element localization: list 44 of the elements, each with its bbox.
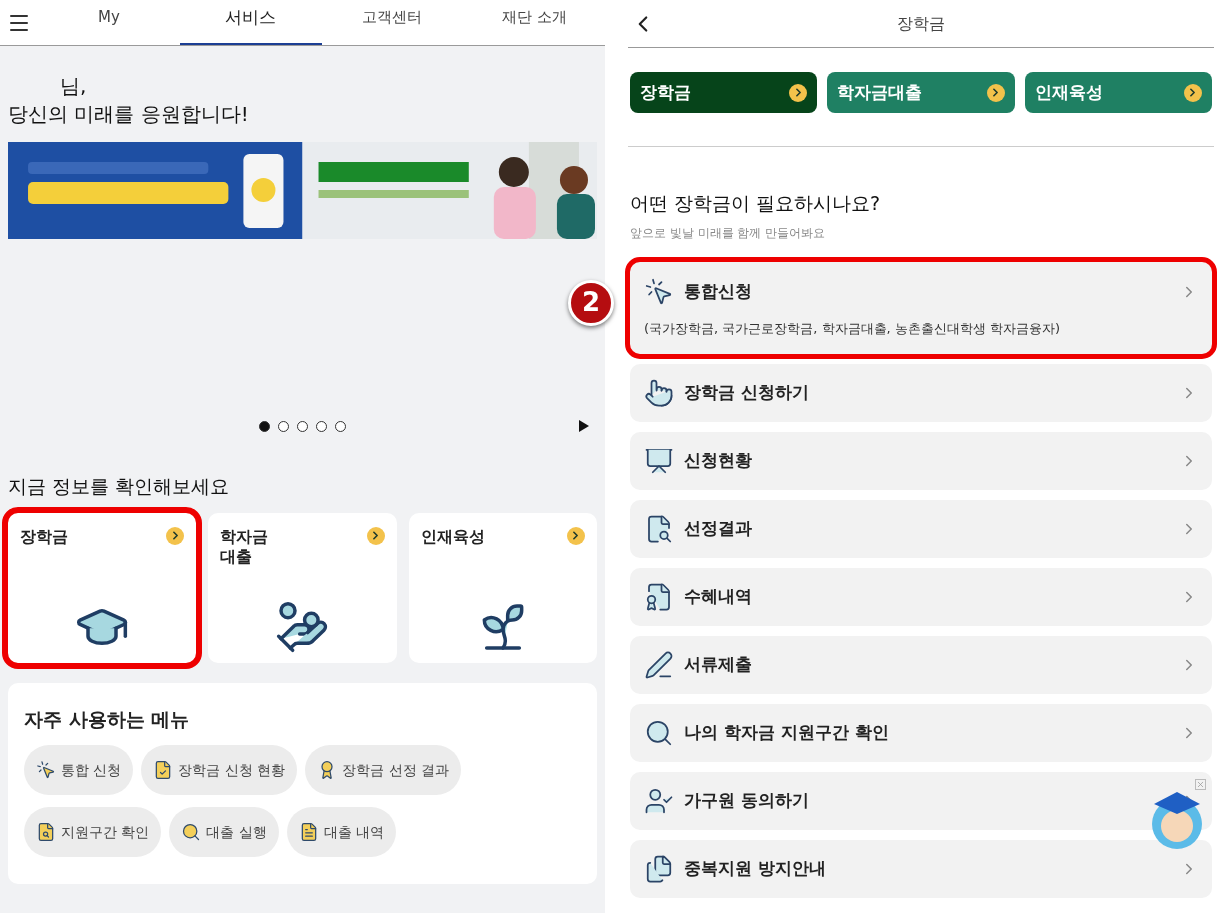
section-heading: 어떤 장학금이 필요하시나요? — [629, 191, 882, 216]
category-tab[interactable]: 인재육성 — [1024, 72, 1212, 113]
menu-item[interactable]: 서류제출 — [630, 635, 1212, 694]
item-label: 신청현황 — [684, 448, 753, 472]
item-label: 장학금 신청하기 — [684, 380, 810, 404]
card-title: 학자금 — [220, 526, 269, 547]
item-label: 수혜내역 — [684, 584, 753, 608]
menu-item[interactable]: 장학금 신청하기 — [630, 363, 1212, 422]
item-label: 나의 학자금 지원구간 확인 — [684, 720, 890, 744]
item-label: 선정결과 — [684, 516, 753, 540]
menu-chip[interactable]: 통합 신청 — [24, 745, 134, 795]
nav-tab[interactable]: My — [38, 0, 180, 45]
menu-item[interactable]: 중복지원 방지안내 — [630, 839, 1212, 898]
menu-item[interactable]: 가구원 동의하기 — [630, 771, 1212, 830]
card-title: 대출 — [220, 546, 254, 567]
item-note: (국가장학금, 국가근로장학금, 학자금대출, 농촌출신대학생 학자금융자) — [644, 319, 1062, 338]
category-card[interactable]: 인재육성 — [408, 512, 597, 663]
menu-chip[interactable]: 대출 실행 — [169, 807, 279, 857]
category-tab[interactable]: 장학금 — [630, 72, 818, 113]
menu-item[interactable]: 신청현황 — [630, 431, 1212, 490]
card-title: 인재육성 — [420, 526, 485, 547]
item-label: 통합신청 — [684, 280, 753, 303]
menu-chip[interactable]: 지원구간 확인 — [24, 807, 162, 857]
page-title: 장학금 — [897, 12, 945, 35]
menu-item[interactable]: 선정결과 — [630, 499, 1212, 558]
menu-item[interactable]: 나의 학자금 지원구간 확인 — [630, 703, 1212, 762]
item-label: 중복지원 방지안내 — [684, 856, 827, 880]
user-greeting: 님, — [59, 73, 88, 100]
section-heading: 지금 정보를 확인해보세요 — [7, 474, 231, 499]
menu-item[interactable]: 수혜내역 — [630, 567, 1212, 626]
card-title: 장학금 — [20, 526, 68, 547]
section-subtitle: 앞으로 빛날 미래를 함께 만들어봐요 — [629, 224, 827, 242]
greeting-text: 당신의 미래를 응원합니다! — [8, 101, 250, 128]
item-label: 서류제출 — [684, 652, 753, 676]
menu-chip[interactable]: 대출 내역 — [286, 807, 397, 857]
menu-chip[interactable]: 장학금 신청 현황 — [141, 745, 298, 795]
nav-tab[interactable]: 서비스 — [179, 0, 322, 45]
nav-tab[interactable]: 고객센터 — [321, 0, 464, 45]
category-tab[interactable]: 학자금대출 — [827, 72, 1015, 113]
menu-chip[interactable]: 장학금 선정 결과 — [305, 745, 462, 795]
nav-tab[interactable]: 재단 소개 — [463, 0, 605, 45]
category-card[interactable]: 학자금 대출 — [208, 512, 397, 663]
item-label: 가구원 동의하기 — [684, 788, 810, 812]
panel-title: 자주 사용하는 메뉴 — [24, 706, 191, 732]
